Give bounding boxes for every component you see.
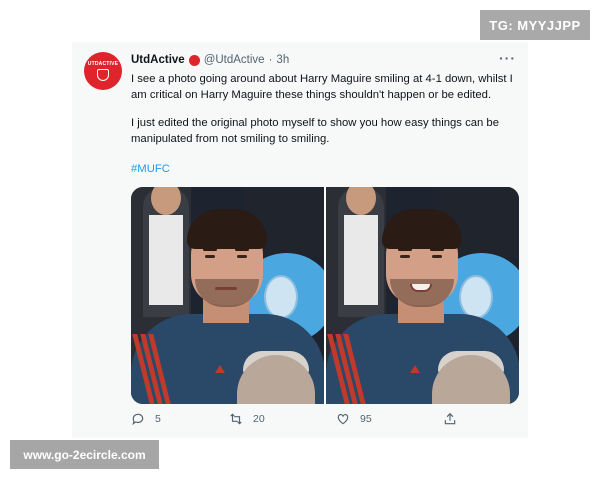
more-icon[interactable]: ··· xyxy=(499,50,516,66)
like-button[interactable]: 95 xyxy=(336,412,372,426)
avatar[interactable]: UTDACTIVE xyxy=(84,52,122,90)
city-crest-icon xyxy=(459,275,493,319)
eyebrow xyxy=(235,248,249,251)
photo-edited[interactable] xyxy=(326,187,519,404)
tweet-header: UtdActive @UtdActive · 3h xyxy=(131,54,289,66)
like-count: 95 xyxy=(360,413,372,425)
eye xyxy=(205,255,215,258)
background-person-shirt xyxy=(344,215,378,305)
action-bar: 5 20 95 xyxy=(131,412,519,432)
tweet-paragraph-1: I see a photo going around about Harry M… xyxy=(131,73,513,101)
retweet-button[interactable]: 20 xyxy=(229,412,265,426)
share-button[interactable] xyxy=(443,412,457,426)
media-grid xyxy=(131,187,519,404)
hashtag-link[interactable]: #MUFC xyxy=(131,163,170,175)
share-icon xyxy=(444,412,456,425)
watermark-top: TG: MYYJJPP xyxy=(480,10,590,40)
photo-original[interactable] xyxy=(131,187,324,404)
retweet-icon xyxy=(230,413,242,425)
verified-badge-icon xyxy=(188,54,200,66)
background-person-shirt xyxy=(149,215,183,305)
city-crest-icon xyxy=(264,275,298,319)
separator-dot: · xyxy=(268,54,273,66)
club-crest-icon xyxy=(97,69,109,81)
author-handle[interactable]: @UtdActive xyxy=(204,54,265,66)
reply-icon xyxy=(132,413,144,426)
retweet-count: 20 xyxy=(253,413,265,425)
eyebrow xyxy=(430,248,444,251)
tweet-card[interactable]: UTDACTIVE UtdActive @UtdActive · 3h ··· … xyxy=(72,42,528,438)
eye xyxy=(400,255,410,258)
watermark-bottom: www.go-2ecircle.com xyxy=(10,440,159,469)
reply-count: 5 xyxy=(155,413,161,425)
timestamp[interactable]: 3h xyxy=(276,54,289,66)
author-name[interactable]: UtdActive xyxy=(131,54,185,66)
like-icon xyxy=(337,414,349,425)
eye xyxy=(432,255,442,258)
eyebrow xyxy=(398,248,412,251)
avatar-text: UTDACTIVE xyxy=(87,61,119,67)
eye xyxy=(237,255,247,258)
reply-button[interactable]: 5 xyxy=(131,412,161,426)
eyebrow xyxy=(203,248,217,251)
mouth-neutral xyxy=(215,287,237,290)
tweet-paragraph-2: I just edited the original photo myself … xyxy=(131,117,499,145)
